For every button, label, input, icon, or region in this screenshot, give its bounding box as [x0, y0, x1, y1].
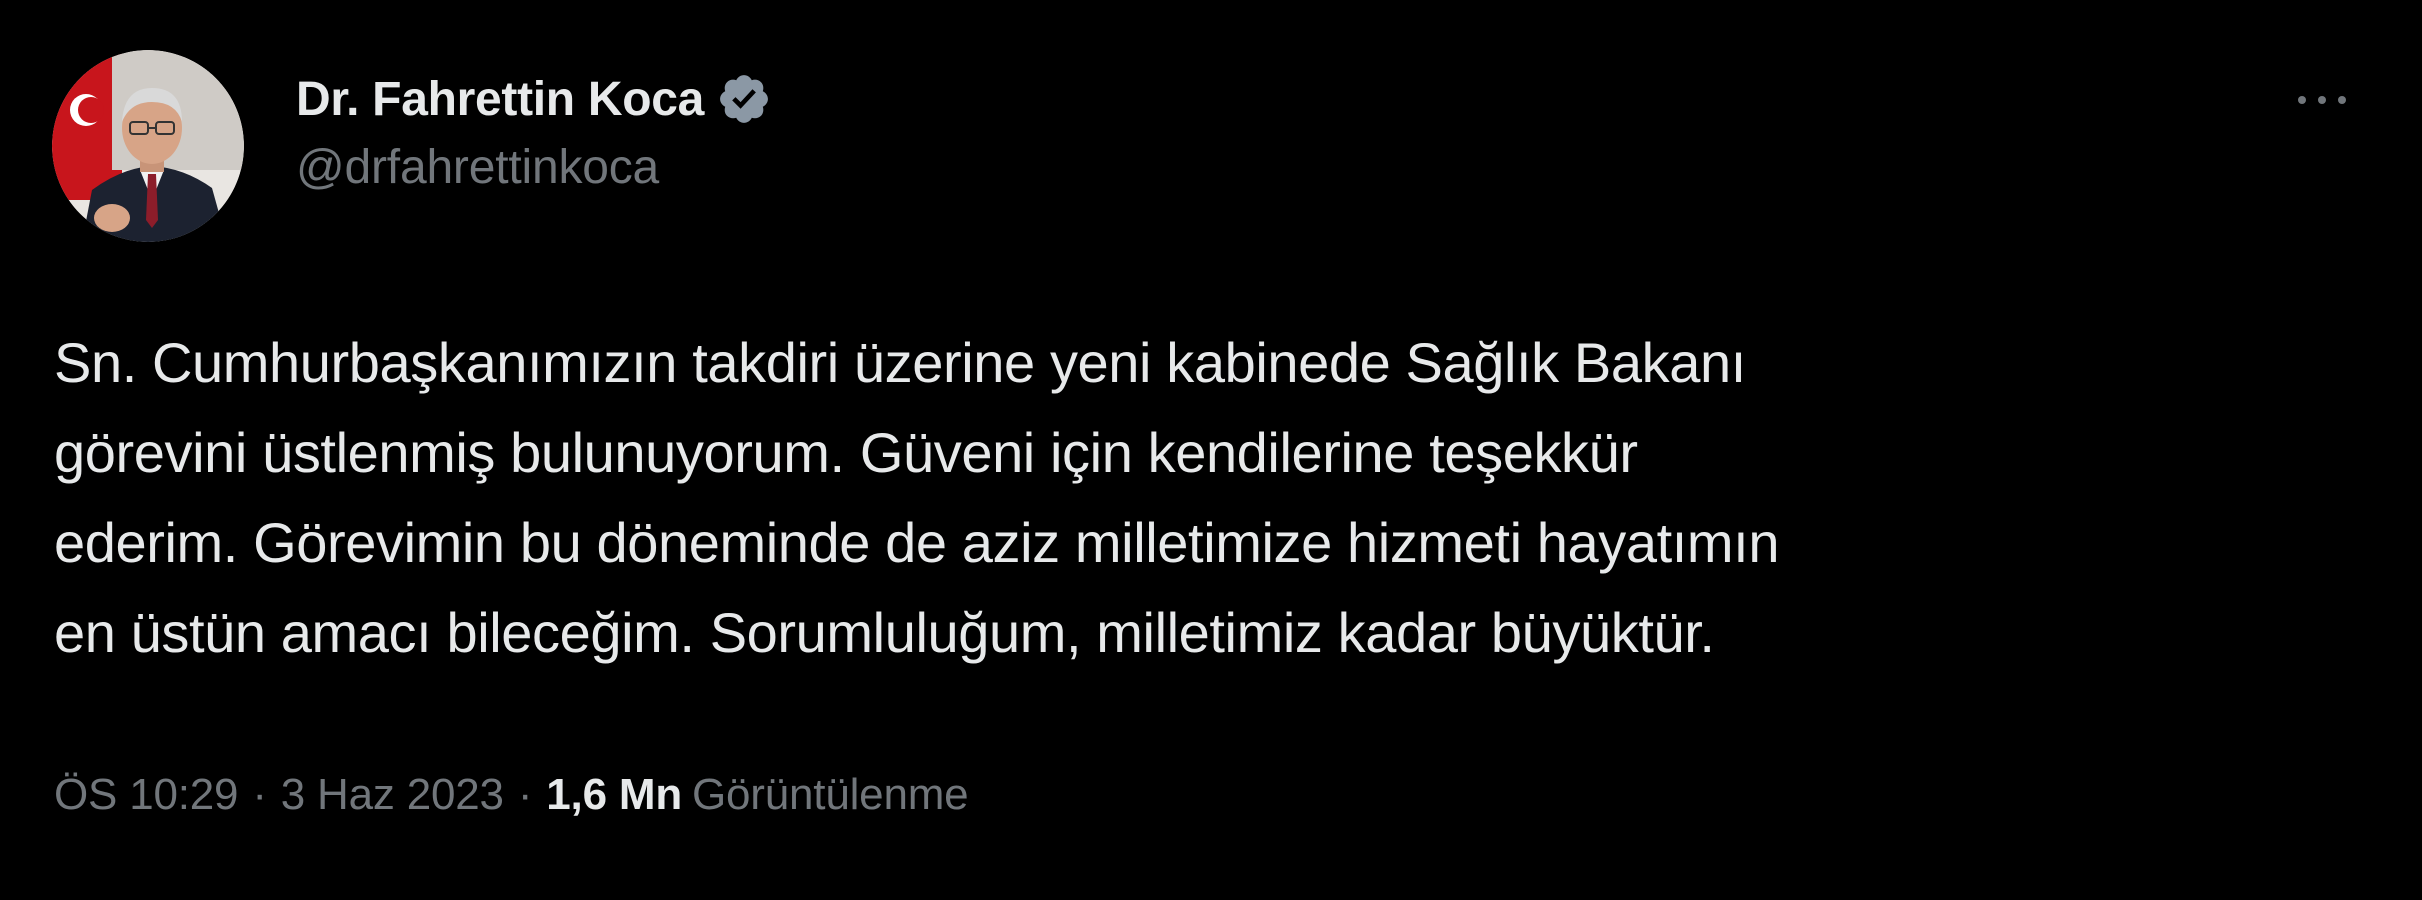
tweet-text-line: en üstün amacı bileceğim. Sorumluluğum, …	[54, 601, 1715, 664]
meta-separator: ·	[252, 770, 267, 819]
meta-separator: ·	[517, 770, 533, 819]
tweet-date[interactable]: 3 Haz 2023	[281, 770, 504, 820]
avatar-photo	[52, 50, 244, 242]
display-name[interactable]: Dr. Fahrettin Koca	[296, 72, 704, 127]
tweet-text: Sn. Cumhurbaşkanımızın takdiri üzerine y…	[54, 318, 2354, 678]
tweet-time[interactable]: ÖS 10:29	[54, 770, 239, 820]
views-label: Görüntülenme	[692, 770, 969, 819]
name-row: Dr. Fahrettin Koca	[296, 64, 772, 134]
more-dots-icon	[2298, 96, 2346, 104]
avatar[interactable]	[52, 50, 244, 242]
user-handle[interactable]: @drfahrettinkoca	[296, 140, 772, 195]
verified-badge-icon[interactable]	[716, 71, 772, 127]
author-block: Dr. Fahrettin Koca @drfahrettinkoca	[296, 64, 772, 195]
tweet-text-line: ederim. Görevimin bu döneminde de aziz m…	[54, 511, 1780, 574]
more-options-button[interactable]	[2282, 72, 2362, 128]
views-count[interactable]: 1,6 Mn	[546, 770, 682, 820]
tweet-text-line: görevini üstlenmiş bulunuyorum. Güveni i…	[54, 421, 1638, 484]
tweet-meta: ÖS 10:29 · 3 Haz 2023 · 1,6 Mn Görüntüle…	[54, 770, 969, 820]
tweet-text-line: Sn. Cumhurbaşkanımızın takdiri üzerine y…	[54, 331, 1746, 394]
tweet-card: Dr. Fahrettin Koca @drfahrettinkoca Sn. …	[0, 0, 2422, 900]
